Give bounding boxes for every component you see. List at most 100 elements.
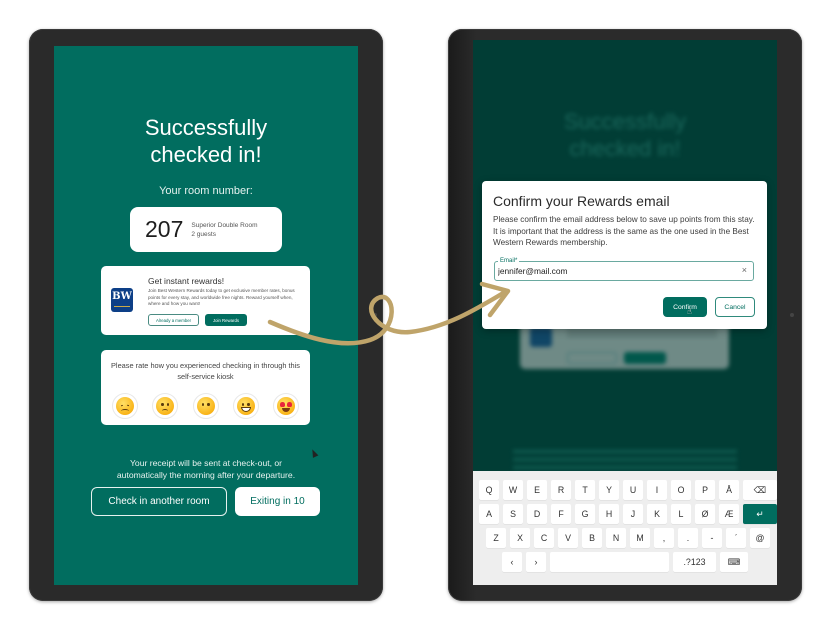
key[interactable]: Å: [719, 480, 739, 500]
on-screen-keyboard: Q W E R T Y U I O P Å ⌫ A S D F G H J K L Ø Æ ↵ Z X C V B N M,. - ˊ @ ‹…: [473, 471, 777, 585]
camera-dot: [373, 313, 377, 317]
keyboard-row-2: A S D F G H J K L Ø Æ ↵: [479, 504, 777, 524]
best-western-logo-icon: [530, 327, 552, 347]
slightly-frowning-face-icon: [156, 397, 175, 415]
receipt-line-2: automatically the morning after your dep…: [116, 470, 296, 480]
enter-icon[interactable]: ↵: [743, 504, 777, 524]
receipt-line-1: Your receipt will be sent at check-out, …: [129, 458, 283, 468]
background-title: Successfully checked in!: [473, 108, 777, 162]
grinning-face-icon: [236, 397, 255, 415]
key[interactable]: P: [695, 480, 715, 500]
rewards-title: Get instant rewards!: [148, 276, 225, 286]
room-number-label: Your room number:: [159, 185, 253, 197]
background-title-line-1: Successfully: [563, 109, 687, 134]
rating-prompt: Please rate how you experienced checking…: [111, 361, 300, 381]
kiosk-tablet-left: Successfully checked in! Your room numbe…: [29, 29, 383, 601]
cancel-button[interactable]: Cancel: [715, 297, 755, 317]
room-guests: 2 guests: [191, 230, 216, 238]
key[interactable]: A: [479, 504, 499, 524]
key[interactable]: Z: [486, 528, 506, 548]
keyboard-row-4: ‹ › .?123 ⌨: [502, 552, 748, 572]
key[interactable]: T: [575, 480, 595, 500]
cursor-left-key[interactable]: ‹: [502, 552, 522, 572]
page-title: Successfully checked in!: [54, 114, 358, 168]
best-western-logo-icon: BW: [111, 288, 133, 312]
room-number: 207: [145, 216, 184, 242]
rating-option-very-dissatisfied[interactable]: [112, 393, 138, 419]
key[interactable]: E: [527, 480, 547, 500]
key[interactable]: S: [503, 504, 523, 524]
key[interactable]: O: [671, 480, 691, 500]
camera-dot: [790, 313, 794, 317]
title-line-2: checked in!: [150, 142, 262, 167]
key[interactable]: U: [623, 480, 643, 500]
key[interactable]: W: [503, 480, 523, 500]
key[interactable]: G: [575, 504, 595, 524]
key[interactable]: F: [551, 504, 571, 524]
keyboard-row-1: Q W E R T Y U I O P Å ⌫: [479, 480, 777, 500]
background-title-line-2: checked in!: [569, 136, 681, 161]
key[interactable]: D: [527, 504, 547, 524]
key[interactable]: Q: [479, 480, 499, 500]
exit-countdown-button[interactable]: Exiting in 10: [235, 487, 320, 516]
backspace-icon[interactable]: ⌫: [743, 480, 777, 500]
confirm-button[interactable]: Confirm: [663, 297, 707, 317]
email-field[interactable]: Email* ×: [494, 257, 754, 281]
checkin-success-screen: Successfully checked in! Your room numbe…: [54, 46, 358, 585]
key[interactable]: @: [750, 528, 770, 548]
keyboard-row-3: Z X C V B N M,. - ˊ @: [486, 528, 770, 548]
receipt-info: Your receipt will be sent at check-out, …: [54, 457, 358, 481]
hide-keyboard-icon[interactable]: ⌨: [720, 552, 748, 572]
blurred-button: [624, 352, 666, 364]
key[interactable]: C: [534, 528, 554, 548]
key[interactable]: X: [510, 528, 530, 548]
rating-option-very-satisfied[interactable]: [273, 393, 299, 419]
background-receipt-text: [513, 450, 737, 470]
already-member-button[interactable]: Already a member: [148, 314, 199, 326]
key[interactable]: K: [647, 504, 667, 524]
key[interactable]: V: [558, 528, 578, 548]
check-in-another-room-button[interactable]: Check in another room: [91, 487, 227, 516]
key[interactable]: ˊ: [726, 528, 746, 548]
join-rewards-button[interactable]: Join Rewards: [205, 314, 247, 326]
key[interactable]: Æ: [719, 504, 739, 524]
key[interactable]: J: [623, 504, 643, 524]
confirm-email-screen: Successfully checked in! Confirm your Re…: [473, 40, 777, 585]
key[interactable]: ,: [654, 528, 674, 548]
rating-option-neutral[interactable]: [192, 393, 219, 419]
key[interactable]: H: [599, 504, 619, 524]
dialog-description: Please confirm the email address below t…: [493, 215, 755, 247]
neutral-face-icon: [196, 397, 215, 415]
symbols-key[interactable]: .?123: [673, 552, 716, 572]
key[interactable]: I: [647, 480, 667, 500]
rating-option-dissatisfied[interactable]: [152, 393, 179, 419]
rating-options: [112, 393, 299, 419]
key[interactable]: Y: [599, 480, 619, 500]
clear-icon[interactable]: ×: [742, 265, 747, 275]
key[interactable]: M: [630, 528, 650, 548]
heart-eyes-face-icon: [277, 397, 295, 415]
title-line-1: Successfully: [144, 115, 268, 140]
cursor-right-key[interactable]: ›: [526, 552, 546, 572]
rating-card: Please rate how you experienced checking…: [101, 350, 310, 425]
key[interactable]: L: [671, 504, 691, 524]
rating-option-satisfied[interactable]: [232, 393, 259, 419]
email-input[interactable]: [498, 266, 728, 276]
key[interactable]: Ø: [695, 504, 715, 524]
space-key[interactable]: [550, 552, 669, 572]
dialog-title: Confirm your Rewards email: [493, 193, 670, 209]
email-field-label: Email*: [498, 257, 520, 265]
kiosk-tablet-right: Successfully checked in! Confirm your Re…: [448, 29, 802, 601]
key[interactable]: -: [702, 528, 722, 548]
key[interactable]: R: [551, 480, 571, 500]
key[interactable]: .: [678, 528, 698, 548]
key[interactable]: B: [582, 528, 602, 548]
room-meta: Superior Double Room 2 guests: [191, 221, 257, 239]
rewards-description: Join Best Western Rewards today to get e…: [148, 288, 295, 306]
key[interactable]: N: [606, 528, 626, 548]
rewards-card: BW Get instant rewards! Join Best Wester…: [101, 266, 310, 335]
hand-pointer-icon: ☝: [687, 307, 692, 316]
disappointed-face-icon: [116, 397, 134, 415]
room-type: Superior Double Room: [191, 221, 258, 229]
room-card: 207 Superior Double Room 2 guests: [130, 207, 282, 252]
